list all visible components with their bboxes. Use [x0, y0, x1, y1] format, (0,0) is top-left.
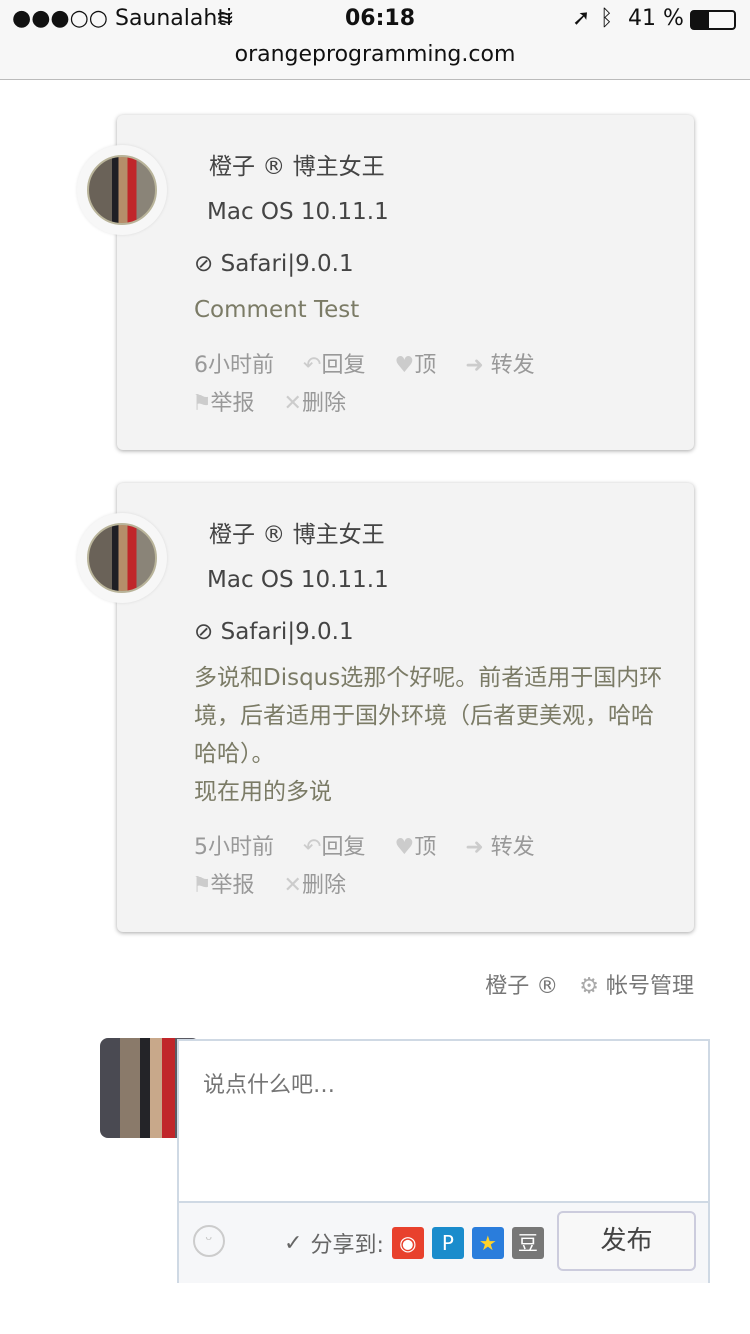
delete-button[interactable]: ✕删除	[284, 391, 346, 416]
pengyou-icon[interactable]: P	[431, 1227, 464, 1259]
close-icon: ✕	[283, 873, 302, 898]
reply-icon: ↶	[303, 353, 322, 378]
browser-info: Safari|9.0.1	[220, 619, 354, 645]
os-info: Mac OS 10.11.1	[207, 567, 389, 593]
reply-icon: ↶	[303, 835, 322, 860]
browser-info: Safari|9.0.1	[220, 251, 354, 277]
forward-icon: ➜	[465, 835, 484, 860]
report-button[interactable]: ⚑举报	[194, 873, 255, 898]
forward-icon: ➜	[465, 353, 484, 378]
author-name[interactable]: 橙子 ® 博主女王	[209, 515, 385, 549]
carrier: ●●●○○ Saunalahti	[12, 6, 233, 31]
safari-icon: ⊘	[194, 619, 214, 645]
share-label: 分享到:	[310, 1233, 384, 1258]
reply-button[interactable]: ↶回复	[303, 353, 365, 378]
heart-icon: ♥	[394, 835, 415, 860]
weibo-icon[interactable]: ◉	[391, 1227, 424, 1259]
safari-icon: ⊘	[194, 251, 214, 277]
gear-icon: ⚙	[579, 974, 599, 999]
timestamp: 6小时前	[194, 353, 274, 378]
check-icon[interactable]: ✓	[284, 1231, 302, 1256]
flag-icon: ⚑	[194, 391, 211, 416]
forward-button[interactable]: ➜ 转发	[465, 835, 534, 860]
battery-text: 41 %	[628, 6, 684, 31]
clock: 06:18	[345, 6, 416, 31]
account-manage-link[interactable]: 帐号管理	[606, 974, 694, 999]
douban-icon[interactable]: 豆	[511, 1227, 544, 1259]
battery-icon	[690, 10, 736, 30]
like-button[interactable]: ♥顶	[394, 353, 436, 378]
author-name[interactable]: 橙子 ® 博主女王	[209, 147, 385, 181]
heart-icon: ♥	[394, 353, 415, 378]
status-bar: ●●●○○ Saunalahti ≋ 06:18 ➚ ᛒ 41 % orange…	[0, 0, 750, 80]
comment-card: 橙子 ® 博主女王 Mac OS 10.11.1 ⊘ Safari|9.0.1 …	[117, 115, 694, 450]
bluetooth-icon: ᛒ	[600, 6, 614, 31]
comment-composer: ᵕ ✓ 分享到: ◉ P ★ 豆 发布	[177, 1039, 710, 1283]
account-user[interactable]: 橙子 ®	[485, 974, 558, 999]
submit-button[interactable]: 发布	[557, 1211, 696, 1271]
close-icon: ✕	[283, 391, 302, 416]
delete-button[interactable]: ✕删除	[284, 873, 346, 898]
avatar[interactable]	[77, 513, 167, 603]
comment-input[interactable]	[179, 1041, 708, 1199]
url-bar[interactable]: orangeprogramming.com	[0, 42, 750, 67]
comment-text: 多说和Disqus选那个好呢。前者适用于国内环境，后者适用于国外环境（后者更美观…	[194, 665, 663, 805]
location-icon: ➚	[572, 6, 591, 31]
qzone-icon[interactable]: ★	[471, 1227, 504, 1259]
comment-card: 橙子 ® 博主女王 Mac OS 10.11.1 ⊘ Safari|9.0.1 …	[117, 483, 694, 932]
avatar[interactable]	[77, 145, 167, 235]
forward-button[interactable]: ➜ 转发	[465, 353, 534, 378]
comment-text: Comment Test	[194, 297, 360, 323]
flag-icon: ⚑	[194, 873, 211, 898]
wifi-icon: ≋	[216, 6, 235, 31]
timestamp: 5小时前	[194, 835, 274, 860]
like-button[interactable]: ♥顶	[394, 835, 436, 860]
os-info: Mac OS 10.11.1	[207, 199, 389, 225]
report-button[interactable]: ⚑举报	[194, 391, 255, 416]
reply-button[interactable]: ↶回复	[303, 835, 365, 860]
emoji-icon[interactable]: ᵕ	[193, 1225, 225, 1257]
account-bar: 橙子 ® ⚙ 帐号管理	[485, 968, 694, 1000]
